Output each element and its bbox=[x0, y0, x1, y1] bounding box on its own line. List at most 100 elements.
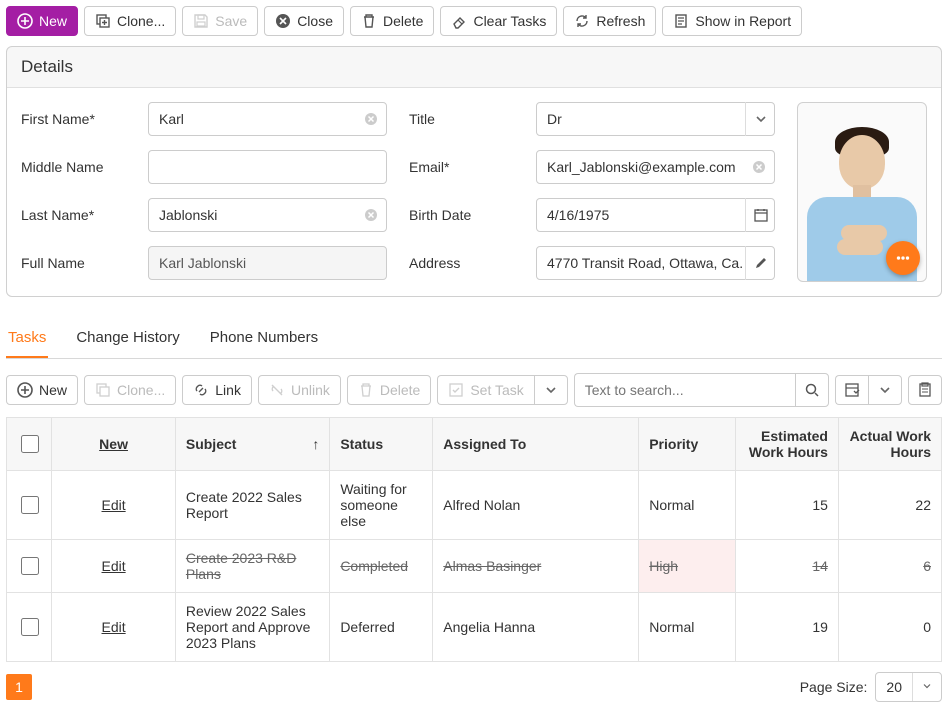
header-status[interactable]: Status bbox=[330, 418, 433, 471]
page-size-select[interactable]: 20 bbox=[875, 672, 942, 702]
row-checkbox[interactable] bbox=[21, 557, 39, 575]
cell-subject: Create 2023 R&D Plans bbox=[175, 540, 329, 593]
cell-status: Completed bbox=[330, 540, 433, 593]
header-subject[interactable]: Subject↑ bbox=[175, 418, 329, 471]
tasks-delete-button[interactable]: Delete bbox=[347, 375, 431, 405]
cell-est-hours: 15 bbox=[736, 471, 839, 540]
search-group bbox=[574, 373, 829, 407]
clone-icon bbox=[95, 382, 111, 398]
cell-act-hours: 22 bbox=[838, 471, 941, 540]
row-checkbox[interactable] bbox=[21, 618, 39, 636]
unlink-icon bbox=[269, 382, 285, 398]
tabs: Tasks Change History Phone Numbers bbox=[6, 319, 942, 359]
tasks-unlink-label: Unlink bbox=[291, 382, 330, 398]
set-task-dropdown[interactable] bbox=[534, 375, 568, 405]
tab-tasks[interactable]: Tasks bbox=[6, 319, 48, 358]
row-edit-link[interactable]: Edit bbox=[102, 619, 126, 635]
calendar-icon[interactable] bbox=[745, 198, 775, 232]
first-name-input[interactable] bbox=[148, 102, 387, 136]
cell-subject: Create 2022 Sales Report bbox=[175, 471, 329, 540]
row-checkbox[interactable] bbox=[21, 496, 39, 514]
edit-icon[interactable] bbox=[745, 246, 775, 280]
columns-icon bbox=[844, 382, 860, 398]
page-1-button[interactable]: 1 bbox=[6, 674, 32, 700]
first-name-label: First Name* bbox=[21, 111, 136, 127]
address-input[interactable] bbox=[536, 246, 775, 280]
chevron-down-icon bbox=[543, 382, 559, 398]
tasks-toolbar: New Clone... Link Unlink Delete Set Task bbox=[6, 373, 942, 407]
cell-status: Waiting for someone else bbox=[330, 471, 433, 540]
last-name-input[interactable] bbox=[148, 198, 387, 232]
report-icon bbox=[673, 13, 689, 29]
avatar-actions-button[interactable] bbox=[886, 241, 920, 275]
tasks-clone-button[interactable]: Clone... bbox=[84, 375, 176, 405]
chevron-down-icon[interactable] bbox=[745, 102, 775, 136]
tasks-new-label: New bbox=[39, 382, 67, 398]
select-all-checkbox[interactable] bbox=[21, 435, 39, 453]
refresh-icon bbox=[574, 13, 590, 29]
clipboard-icon bbox=[917, 382, 933, 398]
main-toolbar: New Clone... Save Close Delete Clear Tas… bbox=[6, 6, 942, 36]
last-name-label: Last Name* bbox=[21, 207, 136, 223]
email-input[interactable] bbox=[536, 150, 775, 184]
close-button-label: Close bbox=[297, 13, 333, 29]
address-label: Address bbox=[409, 255, 524, 271]
birth-date-input[interactable] bbox=[536, 198, 775, 232]
tab-change-history[interactable]: Change History bbox=[74, 319, 181, 358]
new-button-label: New bbox=[39, 13, 67, 29]
tasks-link-button[interactable]: Link bbox=[182, 375, 252, 405]
set-task-button[interactable]: Set Task bbox=[437, 375, 533, 405]
refresh-button[interactable]: Refresh bbox=[563, 6, 656, 36]
clear-icon[interactable] bbox=[361, 109, 381, 129]
delete-button[interactable]: Delete bbox=[350, 6, 434, 36]
show-in-report-label: Show in Report bbox=[695, 13, 791, 29]
header-priority[interactable]: Priority bbox=[639, 418, 736, 471]
show-in-report-button[interactable]: Show in Report bbox=[662, 6, 802, 36]
link-icon bbox=[193, 382, 209, 398]
title-select[interactable] bbox=[536, 102, 775, 136]
refresh-label: Refresh bbox=[596, 13, 645, 29]
middle-name-label: Middle Name bbox=[21, 159, 136, 175]
header-act-hours[interactable]: Actual Work Hours bbox=[838, 418, 941, 471]
column-chooser-button[interactable] bbox=[835, 375, 868, 405]
row-edit-link[interactable]: Edit bbox=[102, 558, 126, 574]
tasks-new-button[interactable]: New bbox=[6, 375, 78, 405]
set-task-label: Set Task bbox=[470, 382, 523, 398]
table-row: Edit Create 2022 Sales ReportWaiting for … bbox=[7, 471, 942, 540]
column-chooser-dropdown[interactable] bbox=[868, 375, 902, 405]
clear-icon[interactable] bbox=[749, 157, 769, 177]
header-est-hours[interactable]: Estimated Work Hours bbox=[736, 418, 839, 471]
clear-icon[interactable] bbox=[361, 205, 381, 225]
row-edit-link[interactable]: Edit bbox=[102, 497, 126, 513]
close-button[interactable]: Close bbox=[264, 6, 344, 36]
birth-date-label: Birth Date bbox=[409, 207, 524, 223]
cell-assigned-to: Alfred Nolan bbox=[433, 471, 639, 540]
sort-asc-icon: ↑ bbox=[312, 436, 319, 452]
cell-act-hours: 0 bbox=[838, 593, 941, 662]
avatar bbox=[797, 102, 927, 282]
search-button[interactable] bbox=[795, 373, 829, 407]
check-square-icon bbox=[448, 382, 464, 398]
cell-priority: Normal bbox=[639, 593, 736, 662]
clear-tasks-button[interactable]: Clear Tasks bbox=[440, 6, 557, 36]
search-input[interactable] bbox=[574, 373, 795, 407]
plus-circle-icon bbox=[17, 382, 33, 398]
save-button[interactable]: Save bbox=[182, 6, 258, 36]
clone-button[interactable]: Clone... bbox=[84, 6, 176, 36]
tasks-unlink-button[interactable]: Unlink bbox=[258, 375, 341, 405]
export-button[interactable] bbox=[908, 375, 942, 405]
tab-phone-numbers[interactable]: Phone Numbers bbox=[208, 319, 320, 358]
middle-name-input[interactable] bbox=[148, 150, 387, 184]
page-size-label: Page Size: bbox=[800, 679, 868, 695]
cell-priority: Normal bbox=[639, 471, 736, 540]
delete-button-label: Delete bbox=[383, 13, 423, 29]
details-col-left: First Name* Middle Name Last Name* Full … bbox=[21, 102, 387, 282]
header-new-link[interactable]: New bbox=[99, 436, 128, 452]
cell-est-hours: 19 bbox=[736, 593, 839, 662]
tasks-clone-label: Clone... bbox=[117, 382, 165, 398]
header-assigned-to[interactable]: Assigned To bbox=[433, 418, 639, 471]
full-name-label: Full Name bbox=[21, 255, 136, 271]
new-button[interactable]: New bbox=[6, 6, 78, 36]
details-header: Details bbox=[7, 47, 941, 87]
pager: 1 Page Size: 20 bbox=[6, 672, 942, 702]
